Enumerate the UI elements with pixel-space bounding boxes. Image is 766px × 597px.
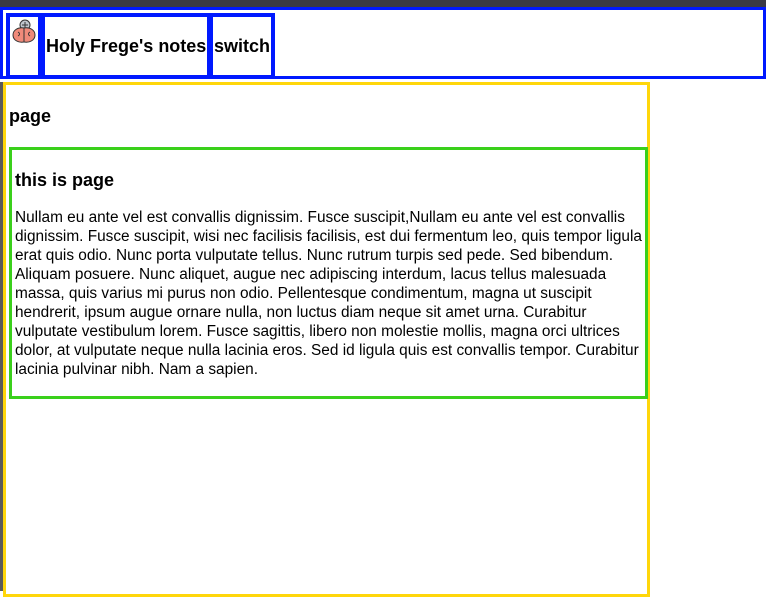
card-body-text: Nullam eu ante vel est convallis digniss… (15, 209, 642, 378)
switch-button[interactable]: switch (209, 13, 275, 79)
page-card: this is page Nullam eu ante vel est conv… (9, 147, 648, 399)
site-title-text[interactable]: Holy Frege's notes (46, 36, 206, 57)
site-title[interactable]: Holy Frege's notes (41, 13, 211, 79)
brain-icon[interactable] (10, 19, 38, 50)
switch-label[interactable]: switch (214, 36, 270, 57)
window-top-strip (0, 0, 766, 7)
card-heading: this is page (15, 170, 115, 190)
page-container: page this is page Nullam eu ante vel est… (3, 82, 650, 597)
page-heading: page (9, 106, 52, 126)
logo-cell[interactable] (6, 13, 42, 79)
header-bar: Holy Frege's notes switch (0, 7, 766, 79)
